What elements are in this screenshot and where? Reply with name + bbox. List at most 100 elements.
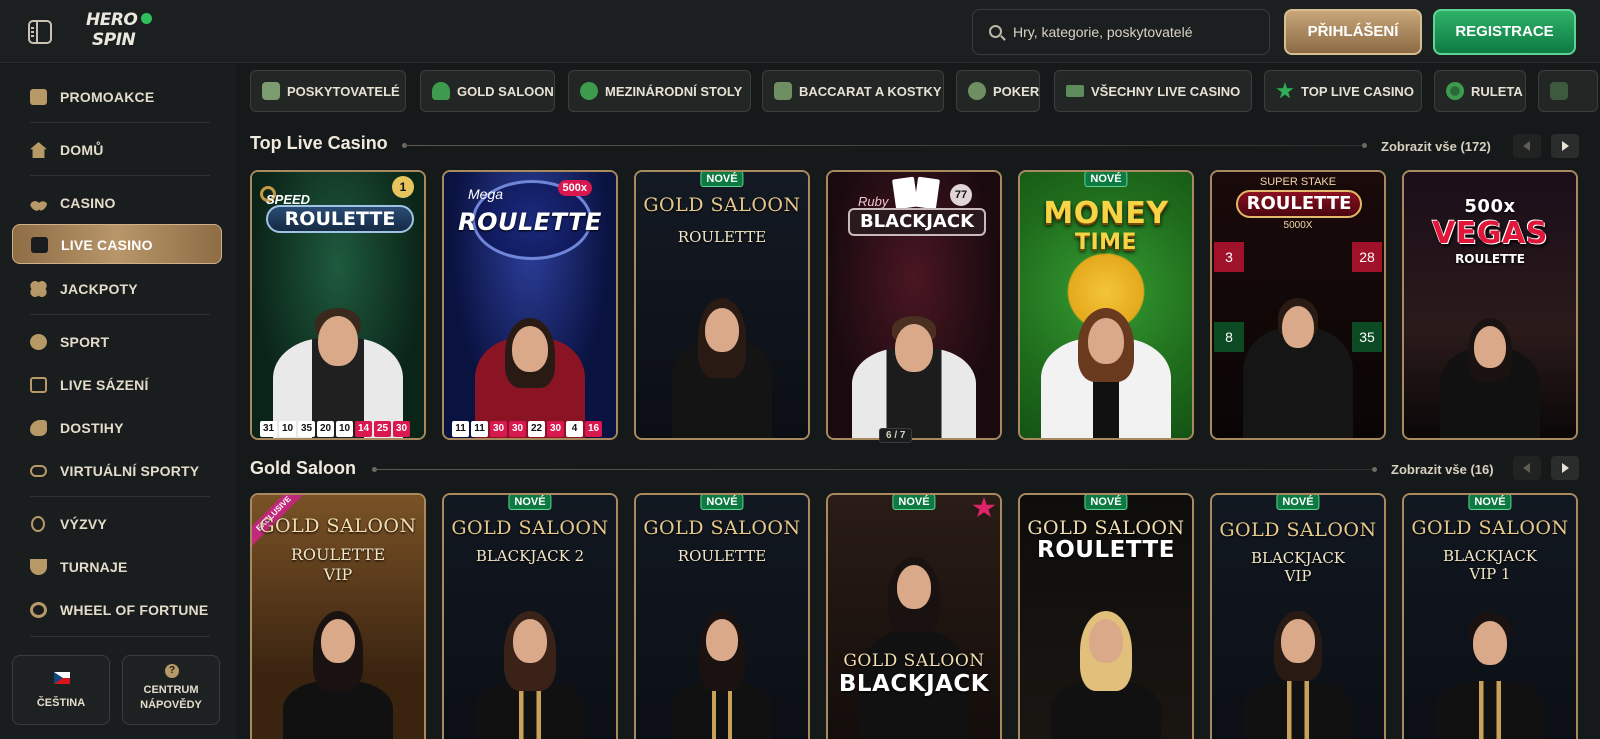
sidebar-item-label: WHEEL OF FORTUNE — [60, 602, 209, 618]
carousel-prev-button[interactable] — [1513, 134, 1541, 158]
number-chip: 20 — [317, 421, 334, 437]
tab-poskytovatele[interactable]: POSKYTOVATELÉ — [250, 70, 406, 112]
game-title-small: Mega — [468, 186, 504, 202]
search-box[interactable] — [972, 9, 1270, 55]
number-chip: 30 — [393, 421, 410, 437]
carousel-next-button[interactable] — [1551, 134, 1579, 158]
playing-card-icon — [914, 176, 940, 210]
language-button[interactable]: ČEŠTINA — [12, 655, 110, 725]
sidebar-item-casino[interactable]: CASINO — [12, 183, 222, 223]
gift-icon — [30, 89, 47, 105]
more-category-icon — [1550, 82, 1568, 100]
game-subtitle-2: VIP 1 — [1469, 565, 1511, 583]
dealer-image — [1233, 268, 1363, 438]
game-card[interactable]: Mega ROULETTE 500x 11 11 30 30 22 30 4 16 — [442, 170, 618, 440]
dealer-image — [1425, 601, 1555, 739]
sidebar-item-wheel-of-fortune[interactable]: WHEEL OF FORTUNE — [12, 590, 222, 630]
tab-vsechny-live-casino[interactable]: VŠECHNY LIVE CASINO — [1054, 70, 1252, 112]
game-title: GOLD SALOON — [643, 194, 801, 216]
globe-icon — [580, 82, 598, 100]
game-title: GOLD SALOON — [843, 651, 985, 671]
game-subtitle-2: VIP — [323, 565, 353, 584]
sidebar-divider — [30, 636, 210, 637]
sidebar-item-sport[interactable]: SPORT — [12, 322, 222, 362]
rank-badge: 1 — [392, 176, 414, 198]
sidebar-item-virtualni-sporty[interactable]: VIRTUÁLNÍ SPORTY — [12, 451, 222, 491]
sidebar-item-turnaje[interactable]: TURNAJE — [12, 547, 222, 587]
dealer-image — [1430, 288, 1550, 438]
game-subtitle: ROULETTE — [677, 228, 767, 246]
game-card[interactable]: Ruby BLACKJACK 77 — [826, 170, 1002, 440]
sidebar-item-jackpoty[interactable]: JACKPOTY — [12, 269, 222, 309]
show-all-link[interactable]: Zobrazit vše (172) — [1381, 139, 1491, 154]
game-card[interactable]: 500x VEGAS ROULETTE — [1402, 170, 1578, 440]
tab-gold-saloon[interactable]: GOLD SALOON — [420, 70, 555, 112]
help-center-button[interactable]: ? CENTRUM NÁPOVĚDY — [122, 655, 220, 725]
number-chip: 11 — [471, 421, 488, 437]
carousel-prev-button[interactable] — [1513, 456, 1541, 480]
dice-icon — [774, 82, 792, 100]
carousel-next-button[interactable] — [1551, 456, 1579, 480]
login-button[interactable]: PŘIHLÁŠENÍ — [1284, 9, 1422, 55]
sidebar-item-label: LIVE SÁZENÍ — [60, 377, 149, 393]
tab-label: TOP LIVE CASINO — [1301, 84, 1414, 99]
new-badge: NOVÉ — [1468, 495, 1512, 510]
recent-numbers: 11 11 30 30 22 30 4 16 — [452, 418, 604, 437]
game-title: GOLD SALOON — [1411, 517, 1569, 539]
tab-top-live-casino[interactable]: TOP LIVE CASINO — [1264, 70, 1422, 112]
game-card[interactable]: NOVÉ GOLD SALOON ROULETTE — [634, 170, 810, 440]
game-card[interactable]: NOVÉ GOLD SALOON BLACKJACK VIP — [1210, 493, 1386, 739]
game-card[interactable]: 3 8 28 35 SUPER STAKE ROULETTE 5000X — [1210, 170, 1386, 440]
sidebar-item-label: VÝZVY — [60, 516, 107, 532]
sidebar-item-label: DOMŮ — [60, 142, 104, 158]
dealer-image — [662, 601, 782, 739]
horse-icon — [30, 420, 47, 436]
section-divider — [375, 469, 1375, 470]
new-badge: NOVÉ — [1276, 495, 1320, 510]
game-subtitle: ROULETTE — [1037, 537, 1175, 563]
sidebar-item-dostihy[interactable]: DOSTIHY — [12, 408, 222, 448]
game-card[interactable]: NOVÉ GOLD SALOON ROULETTE — [1018, 493, 1194, 739]
logo-text-spin: SPIN — [92, 30, 136, 50]
tab-poker[interactable]: POKER — [956, 70, 1040, 112]
dealer-image — [1233, 601, 1363, 739]
tab-label: POKER — [993, 84, 1040, 99]
logo-ball-icon — [141, 13, 152, 24]
sidebar-item-live-sazeni[interactable]: LIVE SÁZENÍ — [12, 365, 222, 405]
logo[interactable]: HERO SPIN — [86, 10, 156, 54]
game-title: GOLD SALOON — [643, 517, 801, 539]
live-cards-icon — [31, 237, 48, 253]
help-icon: ? — [165, 664, 179, 678]
sidebar-item-label: CASINO — [60, 195, 116, 211]
game-card[interactable]: EXCLUSIVE GOLD SALOON ROULETTE VIP — [250, 493, 426, 739]
game-card[interactable]: NOVÉ GOLD SALOON BLACKJACK — [826, 493, 1002, 739]
game-card[interactable]: NOVÉ GOLD SALOON BLACKJACK 2 — [442, 493, 618, 739]
game-card[interactable]: NOVÉ GOLD SALOON BLACKJACK VIP 1 — [1402, 493, 1578, 739]
sidebar-toggle-icon[interactable] — [28, 20, 52, 44]
recent-numbers: 31 10 35 20 10 14 25 30 — [260, 418, 412, 437]
game-subtitle: BLACKJACK 2 — [475, 547, 585, 565]
game-card[interactable]: NOVÉ MONEY TIME — [1018, 170, 1194, 440]
game-card[interactable]: SPEED ROULETTE 1 31 10 35 20 10 14 25 30 — [250, 170, 426, 440]
number-chip: 16 — [585, 421, 602, 437]
help-label-1: CENTRUM — [143, 684, 199, 696]
new-badge: NOVÉ — [700, 495, 744, 510]
sidebar-item-label: JACKPOTY — [60, 281, 138, 297]
sidebar-item-domu[interactable]: DOMŮ — [12, 130, 222, 170]
tab-mezinarodni-stoly[interactable]: MEZINÁRODNÍ STOLY — [568, 70, 751, 112]
game-title: GOLD SALOON — [451, 517, 609, 539]
tab-ruleta[interactable]: RULETA — [1434, 70, 1526, 112]
game-title: VEGAS — [1432, 216, 1548, 251]
sidebar-item-label: PROMOAKCE — [60, 89, 155, 105]
tab-baccarat-a-kostky[interactable]: BACCARAT A KOSTKY — [762, 70, 944, 112]
sidebar-item-vyzvy[interactable]: VÝZVY — [12, 504, 222, 544]
game-card[interactable]: NOVÉ GOLD SALOON ROULETTE — [634, 493, 810, 739]
show-all-link[interactable]: Zobrazit vše (16) — [1391, 462, 1494, 477]
sidebar-item-live-casino[interactable]: LIVE CASINO — [12, 224, 222, 264]
slide-pager: 6 / 7 — [879, 428, 913, 443]
tab-more[interactable] — [1538, 70, 1598, 112]
register-button[interactable]: REGISTRACE — [1433, 9, 1576, 55]
tab-label: RULETA — [1471, 84, 1523, 99]
sidebar-item-promoakce[interactable]: PROMOAKCE — [12, 77, 222, 117]
search-input[interactable] — [1013, 10, 1263, 54]
